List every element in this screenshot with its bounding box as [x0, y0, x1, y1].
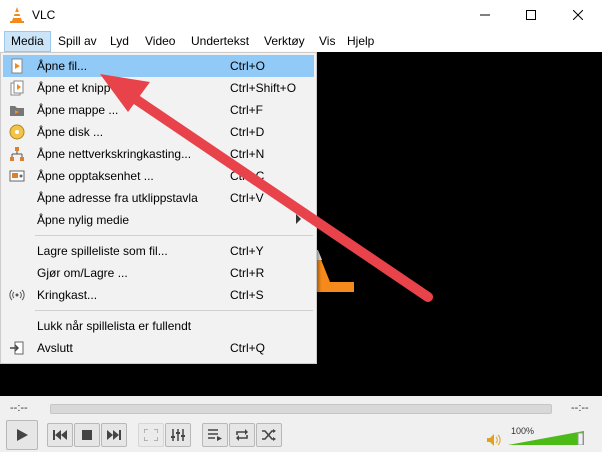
- menu-vis[interactable]: Vis: [313, 31, 341, 51]
- previous-icon: [53, 430, 67, 440]
- menu-item-label: Åpne opptaksenhet ...: [37, 169, 154, 183]
- shuffle-button[interactable]: [256, 423, 282, 447]
- menu-item-open-disc[interactable]: Åpne disk ... Ctrl+D: [3, 121, 314, 143]
- menu-item-shortcut: Ctrl+F: [230, 103, 263, 117]
- remaining-time: --:--: [571, 402, 589, 414]
- menu-video[interactable]: Video: [139, 31, 181, 51]
- close-icon: [573, 10, 583, 20]
- menu-item-label: Lukk når spillelista er fullendt: [37, 319, 192, 333]
- menu-item-label: Åpne et knipp filer...: [37, 81, 143, 95]
- open-file-icon: [11, 58, 23, 74]
- seek-slider[interactable]: [50, 404, 552, 414]
- menu-verktoy[interactable]: Verktøy: [258, 31, 311, 51]
- menu-item-shortcut: Ctrl+N: [230, 147, 265, 161]
- menu-item-open-network[interactable]: Åpne nettverkskringkasting... Ctrl+N: [3, 143, 314, 165]
- play-icon: [17, 429, 28, 441]
- menu-item-label: Åpne fil...: [37, 59, 88, 73]
- volume-slider[interactable]: [508, 427, 584, 445]
- menu-item-open-capture-device[interactable]: Åpne opptaksenhet ... Ctrl+C: [3, 165, 314, 187]
- menu-undertekst[interactable]: Undertekst: [185, 31, 255, 51]
- next-button[interactable]: [101, 423, 127, 447]
- vlc-cone-icon: [10, 7, 24, 23]
- play-button[interactable]: [6, 420, 38, 450]
- minimize-button[interactable]: [462, 0, 508, 30]
- disc-icon: [9, 124, 25, 140]
- stop-icon: [82, 430, 92, 440]
- menu-item-convert-save[interactable]: Gjør om/Lagre ... Ctrl+R: [3, 262, 314, 284]
- menu-item-open-file[interactable]: Åpne fil... Ctrl+O: [3, 55, 314, 77]
- title-bar: VLC: [0, 0, 602, 30]
- menu-hjelp[interactable]: Hjelp: [341, 31, 380, 51]
- exit-icon: [10, 341, 24, 355]
- window-title: VLC: [32, 8, 56, 22]
- folder-icon: [10, 106, 24, 116]
- playlist-icon: [208, 429, 222, 441]
- menu-item-label: Lagre spilleliste som fil...: [37, 244, 168, 258]
- stop-button[interactable]: [74, 423, 100, 447]
- open-files-icon: [10, 80, 24, 96]
- menu-item-shortcut: Ctrl+D: [230, 125, 265, 139]
- menu-item-shortcut: Ctrl+Shift+O: [230, 81, 297, 95]
- submenu-arrow-icon: [296, 214, 301, 224]
- menu-item-label: Avslutt: [37, 341, 73, 355]
- loop-button[interactable]: [229, 423, 255, 447]
- capture-device-icon: [9, 170, 25, 182]
- menu-media[interactable]: Media: [4, 31, 51, 52]
- menu-item-open-folder[interactable]: Åpne mappe ... Ctrl+F: [3, 99, 314, 121]
- menu-separator: [35, 310, 313, 311]
- extended-settings-icon: [171, 429, 185, 441]
- media-menu-dropdown: Åpne fil... Ctrl+O Åpne et knipp filer..…: [0, 52, 317, 364]
- maximize-icon: [526, 10, 536, 20]
- menu-item-stream[interactable]: Kringkast... Ctrl+S: [3, 284, 314, 306]
- menu-item-shortcut: Ctrl+R: [230, 266, 265, 280]
- control-bar: --:-- --:-- 100%: [0, 396, 602, 452]
- menu-lyd[interactable]: Lyd: [104, 31, 135, 51]
- menu-item-label: Gjør om/Lagre ...: [37, 266, 128, 280]
- menu-item-quit-at-end-of-playlist[interactable]: Lukk når spillelista er fullendt: [3, 315, 314, 337]
- menu-item-save-playlist[interactable]: Lagre spilleliste som fil... Ctrl+Y: [3, 240, 314, 262]
- fullscreen-icon: [144, 429, 158, 441]
- next-icon: [107, 430, 121, 440]
- menu-item-open-location-from-clipboard[interactable]: Åpne adresse fra utklippstavla Ctrl+V: [3, 187, 314, 209]
- menu-item-label: Åpne nylig medie: [37, 213, 130, 227]
- menu-item-label: Åpne disk ...: [37, 125, 104, 139]
- broadcast-icon: [9, 289, 25, 301]
- menu-separator: [35, 235, 313, 236]
- menu-item-open-multiple-files[interactable]: Åpne et knipp filer... Ctrl+Shift+O: [3, 77, 314, 99]
- volume-speaker-icon[interactable]: [487, 434, 501, 446]
- network-icon: [10, 147, 24, 161]
- shuffle-icon: [262, 429, 276, 441]
- menu-item-label: Åpne adresse fra utklippstavla: [37, 191, 198, 205]
- menu-item-shortcut: Ctrl+C: [230, 169, 265, 183]
- minimize-icon: [480, 14, 490, 16]
- close-button[interactable]: [555, 0, 601, 30]
- menu-bar: Media Spill av Lyd Video Undertekst Verk…: [0, 31, 602, 52]
- extended-settings-button[interactable]: [165, 423, 191, 447]
- volume-fill: [508, 431, 584, 445]
- menu-item-label: Åpne nettverkskringkasting...: [37, 147, 192, 161]
- menu-item-shortcut: Ctrl+V: [230, 191, 264, 205]
- previous-button[interactable]: [47, 423, 73, 447]
- elapsed-time: --:--: [10, 402, 28, 414]
- playlist-button[interactable]: [202, 423, 228, 447]
- menu-item-shortcut: Ctrl+S: [230, 288, 264, 302]
- menu-item-label: Kringkast...: [37, 288, 98, 302]
- loop-icon: [236, 429, 248, 441]
- fullscreen-button[interactable]: [138, 423, 164, 447]
- menu-item-shortcut: Ctrl+Q: [230, 341, 266, 355]
- menu-item-shortcut: Ctrl+Y: [230, 244, 264, 258]
- menu-item-quit[interactable]: Avslutt Ctrl+Q: [3, 337, 314, 359]
- maximize-button[interactable]: [508, 0, 554, 30]
- menu-item-open-recent-media[interactable]: Åpne nylig medie: [3, 209, 314, 231]
- menu-spill-av[interactable]: Spill av: [52, 31, 103, 51]
- menu-item-shortcut: Ctrl+O: [230, 59, 266, 73]
- menu-item-label: Åpne mappe ...: [37, 103, 119, 117]
